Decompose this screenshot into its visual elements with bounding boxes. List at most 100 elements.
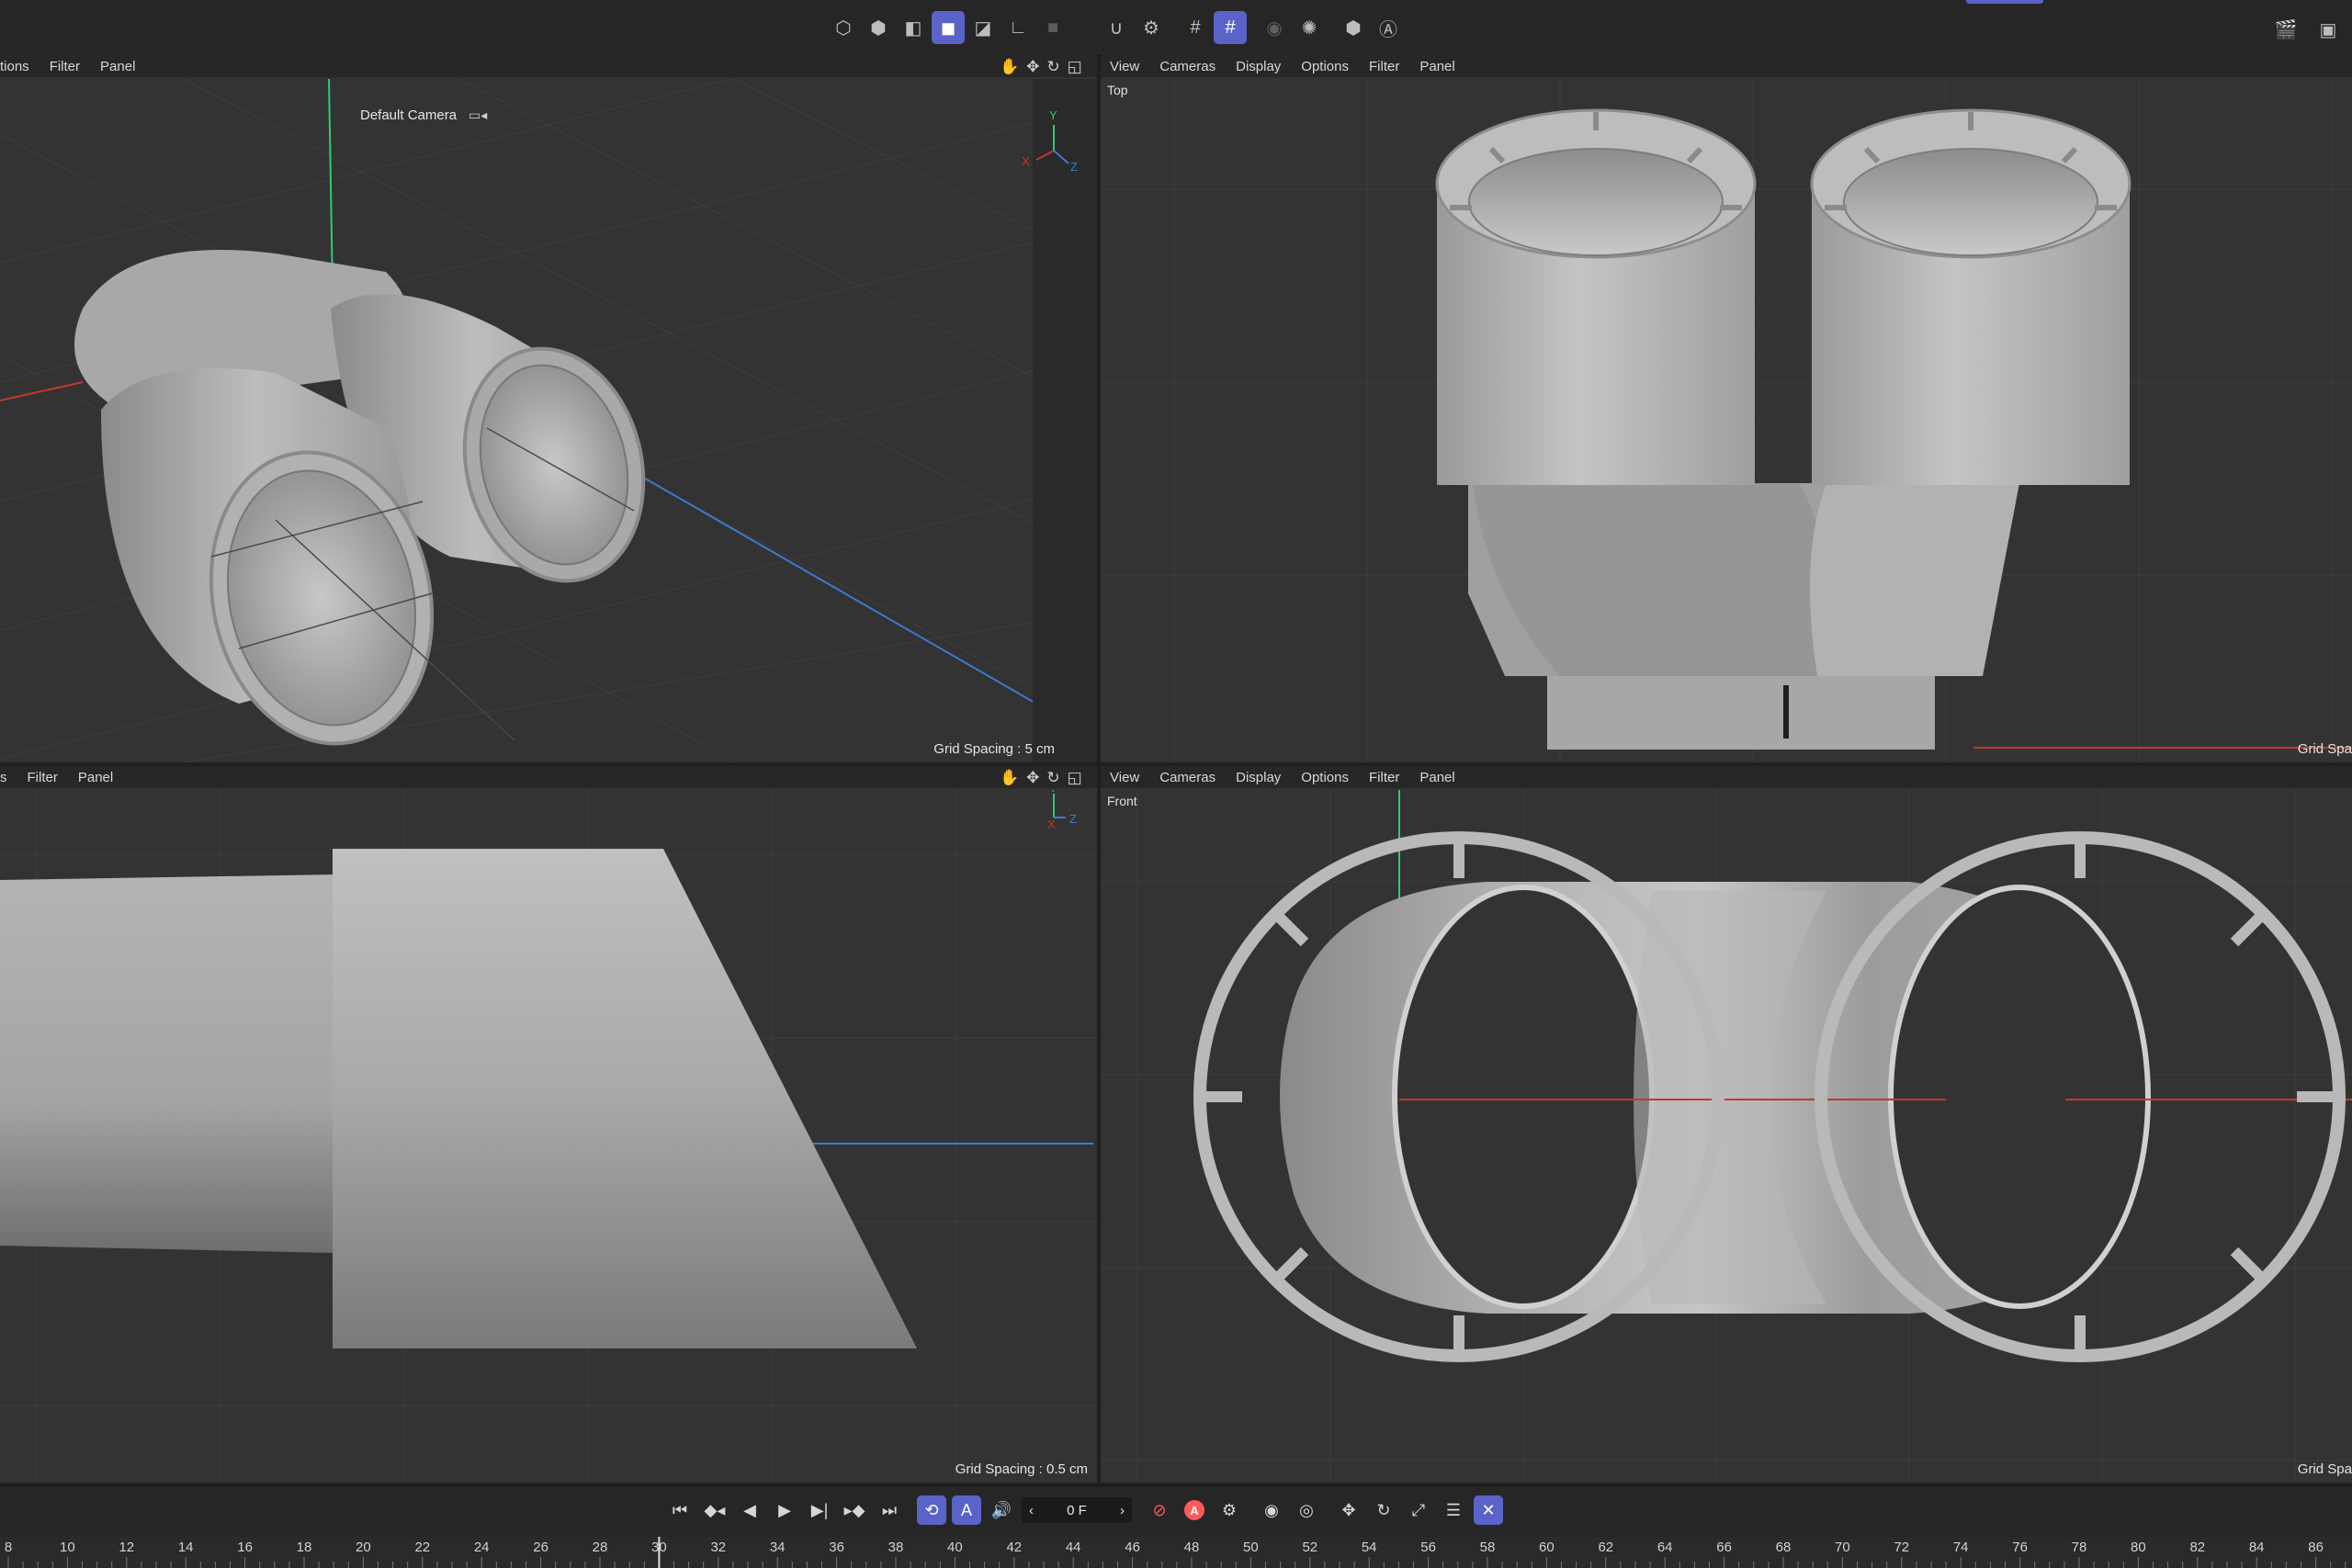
menu-filter[interactable]: Filter — [50, 59, 80, 74]
go-to-start-icon[interactable]: ⏮ — [665, 1495, 695, 1525]
move-cross-icon[interactable]: ✥ — [1026, 769, 1039, 787]
perspective-viewport[interactable]: tions Filter Panel ✋ ✥ ↻ ◱ Default Camer… — [0, 55, 1097, 762]
menu-options[interactable]: tions — [0, 59, 29, 74]
autokey-icon[interactable]: Ⓐ — [1372, 11, 1405, 44]
speaker-icon[interactable]: 🔊 — [987, 1495, 1016, 1525]
axis-label-x: X — [1047, 818, 1056, 831]
timeline-tick-label: 82 — [2189, 1540, 2205, 1555]
grid-snap-icon[interactable]: # — [1179, 11, 1212, 44]
lock-icon[interactable]: ◉ — [1258, 11, 1291, 44]
menu-filter[interactable]: Filter — [28, 770, 58, 785]
prev-key-icon[interactable]: ◆◂ — [700, 1495, 729, 1525]
timeline-ruler[interactable]: 8 10 12 14 16 18 20 22 24 26 28 30 32 34 36 38 40 42 44 46 4… — [0, 1537, 2352, 1568]
timeline-tick-label: 74 — [1953, 1540, 1969, 1555]
axis-label-z: Z — [1070, 160, 1078, 174]
hexagon-icon[interactable]: ⬢ — [1337, 11, 1370, 44]
timeline-tick-label: 44 — [1066, 1540, 1081, 1555]
frame-increment-arrow[interactable]: › — [1120, 1503, 1125, 1518]
texture-mode-icon[interactable]: ◪ — [967, 11, 1000, 44]
menu-filter[interactable]: Filter — [1369, 59, 1399, 74]
menu-options[interactable]: Options — [1301, 770, 1349, 785]
axis-label-x: X — [1022, 154, 1030, 168]
frame-value[interactable]: 0 F — [1067, 1503, 1087, 1518]
render-view-icon[interactable]: ▣ — [2312, 13, 2345, 46]
menu-panel[interactable]: Panel — [1419, 770, 1454, 785]
grid-spacing-label: Grid Spa — [2297, 741, 2352, 757]
autokey-record-icon[interactable]: A — [1180, 1495, 1209, 1525]
camera-icon[interactable]: ▭◂ — [469, 107, 487, 122]
top-viewport[interactable]: View Cameras Display Options Filter Pane… — [1101, 55, 2352, 762]
frame-decrement-arrow[interactable]: ‹ — [1029, 1503, 1034, 1518]
current-frame-field[interactable]: ‹ 0 F › — [1022, 1497, 1132, 1523]
menu-options[interactable]: s — [0, 770, 7, 785]
viewport-menu-bar: View Cameras Display Options Filter Pane… — [1101, 55, 2352, 77]
play-icon[interactable]: ▶ — [770, 1495, 799, 1525]
menu-display[interactable]: Display — [1236, 770, 1281, 785]
front-viewport[interactable]: View Cameras Display Options Filter Pane… — [1101, 766, 2352, 1483]
next-frame-icon[interactable]: ▶| — [805, 1495, 834, 1525]
prev-frame-icon[interactable]: ◀ — [735, 1495, 764, 1525]
model-mode-icon[interactable]: ◼ — [932, 11, 965, 44]
viewport-nav-icons: ✋ ✥ ↻ ◱ — [1000, 769, 1082, 787]
timeline-tick-label: 84 — [2249, 1540, 2265, 1555]
menu-filter[interactable]: Filter — [1369, 770, 1399, 785]
next-key-icon[interactable]: ▸◆ — [840, 1495, 869, 1525]
axis-label-y: Y — [1049, 108, 1057, 122]
menu-cameras[interactable]: Cameras — [1159, 770, 1216, 785]
clapboard-icon[interactable]: 🎬 — [2269, 13, 2302, 46]
right-canvas[interactable]: Y X Z — [0, 790, 1097, 1483]
key-position-icon[interactable]: ◉ — [1257, 1495, 1286, 1525]
top-canvas[interactable] — [1101, 79, 2352, 762]
rotate-icon[interactable]: ↻ — [1046, 769, 1059, 787]
timeline-tick-label: 42 — [1006, 1540, 1022, 1555]
timeline-tick-label: 50 — [1243, 1540, 1259, 1555]
go-to-end-icon[interactable]: ⏭ — [875, 1495, 904, 1525]
rotate-key-icon[interactable]: ↻ — [1369, 1495, 1398, 1525]
viewport-menu-bar: View Cameras Display Options Filter Pane… — [1101, 766, 2352, 788]
polygons-mode-icon[interactable]: ◧ — [897, 11, 930, 44]
edges-mode-icon[interactable]: ⬢ — [862, 11, 895, 44]
pla-key-icon[interactable]: ✕ — [1474, 1495, 1503, 1525]
record-icon[interactable]: ⊘ — [1145, 1495, 1174, 1525]
loop-icon[interactable]: ⟲ — [917, 1495, 946, 1525]
snap-settings-icon[interactable]: ⚙ — [1135, 11, 1168, 44]
timeline-tick-label: 60 — [1539, 1540, 1555, 1555]
menu-options[interactable]: Options — [1301, 59, 1349, 74]
front-canvas[interactable] — [1101, 790, 2352, 1483]
audio-track-icon[interactable]: A — [952, 1495, 981, 1525]
maximize-icon[interactable]: ◱ — [1068, 58, 1082, 76]
menu-cameras[interactable]: Cameras — [1159, 59, 1216, 74]
menu-panel[interactable]: Panel — [1419, 59, 1454, 74]
workplane-icon[interactable]: # — [1214, 11, 1247, 44]
viewport-menu-bar: s Filter Panel — [0, 766, 1097, 788]
menu-view[interactable]: View — [1110, 770, 1139, 785]
pan-hand-icon[interactable]: ✋ — [1000, 58, 1019, 76]
menu-panel[interactable]: Panel — [100, 59, 135, 74]
perspective-canvas[interactable]: Default Camera ▭◂ Y X Z — [0, 79, 1097, 762]
key-rotation-icon[interactable]: ◎ — [1292, 1495, 1321, 1525]
magnet-icon[interactable]: ∪ — [1100, 11, 1133, 44]
solo-icon[interactable]: ■ — [1036, 11, 1069, 44]
right-viewport[interactable]: s Filter Panel ✋ ✥ ↻ ◱ X Z Grid Spacing … — [0, 766, 1097, 1483]
move-key-icon[interactable]: ✥ — [1334, 1495, 1363, 1525]
timeline-tick-label: 32 — [710, 1540, 726, 1555]
menu-panel[interactable]: Panel — [78, 770, 113, 785]
render-settings-icon[interactable]: ✺ — [1293, 11, 1326, 44]
rotate-icon[interactable]: ↻ — [1046, 58, 1059, 76]
scale-key-icon[interactable]: ⤢ — [1404, 1495, 1433, 1525]
param-key-icon[interactable]: ☰ — [1439, 1495, 1468, 1525]
viewport-nav-icons: ✋ ✥ ↻ ◱ — [1000, 58, 1082, 76]
points-mode-icon[interactable]: ⬡ — [827, 11, 860, 44]
keyframe-settings-icon[interactable]: ⚙ — [1215, 1495, 1244, 1525]
timeline-tick-label: 20 — [356, 1540, 371, 1555]
grid-spacing-label: Grid Spacing : 5 cm — [933, 741, 1055, 757]
camera-label[interactable]: Default Camera — [360, 107, 458, 123]
timeline-tick-label: 66 — [1716, 1540, 1732, 1555]
menu-view[interactable]: View — [1110, 59, 1139, 74]
move-cross-icon[interactable]: ✥ — [1026, 58, 1039, 76]
axis-mode-icon[interactable]: ∟ — [1001, 11, 1035, 44]
maximize-icon[interactable]: ◱ — [1068, 769, 1082, 787]
pan-hand-icon[interactable]: ✋ — [1000, 769, 1019, 787]
menu-display[interactable]: Display — [1236, 59, 1281, 74]
timeline-tick-label: 46 — [1125, 1540, 1140, 1555]
